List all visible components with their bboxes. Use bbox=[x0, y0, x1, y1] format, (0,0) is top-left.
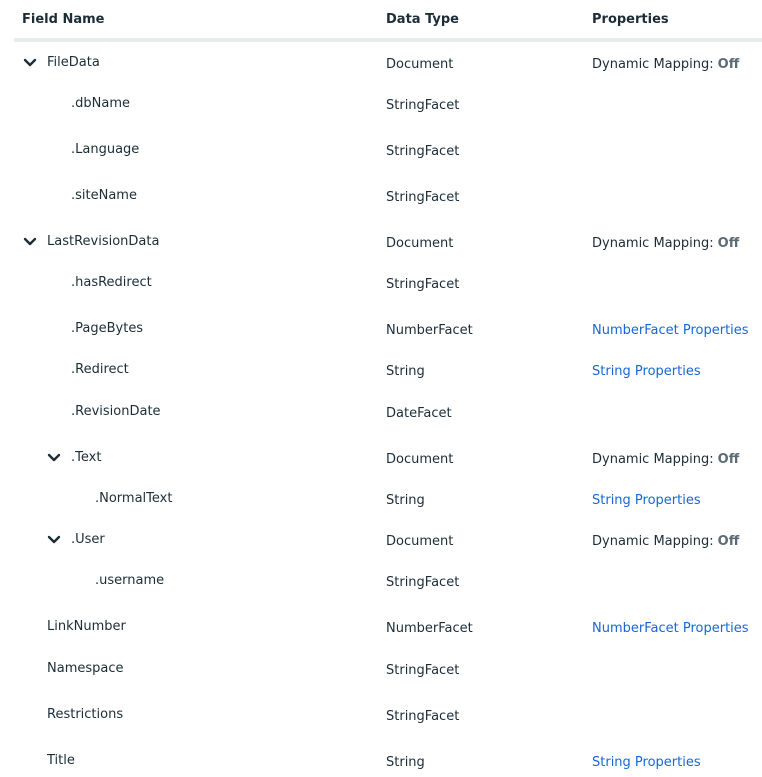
field-name: Title bbox=[47, 753, 75, 768]
data-type: Document bbox=[386, 236, 454, 251]
dynamic-mapping-status: Dynamic Mapping: Off bbox=[592, 533, 739, 551]
data-type: StringFacet bbox=[386, 98, 460, 113]
table-row: .hasRedirect StringFacet bbox=[0, 268, 762, 298]
data-type: String bbox=[386, 364, 425, 379]
table-header: Field Name Data Type Properties bbox=[0, 0, 762, 40]
field-name: Namespace bbox=[47, 661, 124, 676]
column-header-data-type: Data Type bbox=[386, 12, 459, 27]
field-name: .hasRedirect bbox=[71, 275, 152, 290]
table-row: FileData Document Dynamic Mapping: Off bbox=[0, 48, 762, 78]
data-type: Document bbox=[386, 57, 454, 72]
data-type: StringFacet bbox=[386, 277, 460, 292]
dynamic-mapping-status: Dynamic Mapping: Off bbox=[592, 56, 739, 74]
chevron-down-icon[interactable] bbox=[46, 532, 62, 548]
field-name: .NormalText bbox=[95, 491, 173, 506]
table-row: .Text Document Dynamic Mapping: Off bbox=[0, 443, 762, 473]
field-name: .RevisionDate bbox=[71, 404, 161, 419]
field-name: .Text bbox=[71, 450, 102, 465]
chevron-down-icon[interactable] bbox=[46, 450, 62, 466]
dynamic-mapping-value: Off bbox=[717, 452, 740, 467]
field-name: .dbName bbox=[71, 96, 130, 111]
field-name: LastRevisionData bbox=[47, 234, 160, 249]
table-row: .dbName StringFacet bbox=[0, 89, 762, 119]
data-type: StringFacet bbox=[386, 190, 460, 205]
data-type: NumberFacet bbox=[386, 621, 473, 636]
data-type: StringFacet bbox=[386, 144, 460, 159]
properties-link[interactable]: String Properties bbox=[592, 363, 701, 381]
data-type: Document bbox=[386, 534, 454, 549]
column-header-properties: Properties bbox=[592, 12, 669, 27]
field-name: FileData bbox=[47, 55, 100, 70]
field-name: .username bbox=[95, 573, 165, 588]
properties-link[interactable]: NumberFacet Properties bbox=[592, 620, 749, 638]
chevron-down-icon[interactable] bbox=[22, 55, 38, 71]
table-row: .username StringFacet bbox=[0, 566, 762, 596]
table-row: .Redirect String String Properties bbox=[0, 355, 762, 385]
field-name: .Language bbox=[71, 142, 140, 157]
table-row: .RevisionDate DateFacet bbox=[0, 397, 762, 427]
chevron-down-icon[interactable] bbox=[22, 234, 38, 250]
table-row: .User Document Dynamic Mapping: Off bbox=[0, 525, 762, 555]
data-type: StringFacet bbox=[386, 575, 460, 590]
table-row: Namespace StringFacet bbox=[0, 654, 762, 684]
field-name: .Redirect bbox=[71, 362, 129, 377]
data-type: NumberFacet bbox=[386, 323, 473, 338]
dynamic-mapping-label: Dynamic Mapping: bbox=[592, 57, 714, 72]
table-row: .NormalText String String Properties bbox=[0, 484, 762, 514]
table-row: .siteName StringFacet bbox=[0, 181, 762, 211]
dynamic-mapping-label: Dynamic Mapping: bbox=[592, 534, 714, 549]
column-header-field-name: Field Name bbox=[22, 12, 105, 27]
dynamic-mapping-label: Dynamic Mapping: bbox=[592, 236, 714, 251]
table-row: LastRevisionData Document Dynamic Mapping:… bbox=[0, 227, 762, 257]
properties-link[interactable]: String Properties bbox=[592, 492, 701, 510]
table-row: .Language StringFacet bbox=[0, 135, 762, 165]
data-type: StringFacet bbox=[386, 663, 460, 678]
field-name: Restrictions bbox=[47, 707, 124, 722]
dynamic-mapping-value: Off bbox=[717, 236, 740, 251]
table-row: Restrictions StringFacet bbox=[0, 700, 762, 730]
data-type: Document bbox=[386, 452, 454, 467]
table-row: LinkNumber NumberFacet NumberFacet Propert… bbox=[0, 612, 762, 642]
dynamic-mapping-status: Dynamic Mapping: Off bbox=[592, 451, 739, 469]
data-type: StringFacet bbox=[386, 709, 460, 724]
data-type: String bbox=[386, 755, 425, 770]
properties-link[interactable]: NumberFacet Properties bbox=[592, 322, 749, 340]
dynamic-mapping-value: Off bbox=[717, 57, 740, 72]
dynamic-mapping-value: Off bbox=[717, 534, 740, 549]
table-row: Title String String Properties bbox=[0, 746, 762, 776]
dynamic-mapping-status: Dynamic Mapping: Off bbox=[592, 235, 739, 253]
data-type: DateFacet bbox=[386, 406, 452, 421]
field-name: .PageBytes bbox=[71, 321, 144, 336]
data-type: String bbox=[386, 493, 425, 508]
field-name: LinkNumber bbox=[47, 619, 126, 634]
field-name: .User bbox=[71, 532, 105, 547]
dynamic-mapping-label: Dynamic Mapping: bbox=[592, 452, 714, 467]
header-divider bbox=[14, 38, 762, 42]
table-row: .PageBytes NumberFacet NumberFacet Propert… bbox=[0, 314, 762, 344]
field-name: .siteName bbox=[71, 188, 137, 203]
properties-link[interactable]: String Properties bbox=[592, 754, 701, 772]
